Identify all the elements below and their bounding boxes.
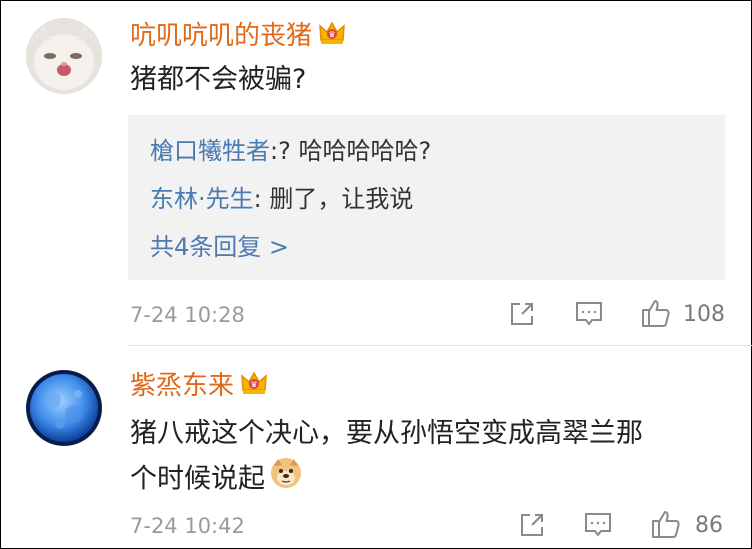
crown-badge-icon: ♛ — [240, 370, 268, 403]
svg-text:♛: ♛ — [328, 30, 335, 39]
comment-text: 猪都不会被骗? — [130, 64, 307, 95]
comment-1: 吭叽吭叽的丧猪 ♛ 猪都不会被骗? 槍口犧牲者:? 哈哈哈哈哈? 东林·先生: … — [0, 0, 752, 345]
reply-author[interactable]: 槍口犧牲者 — [150, 137, 270, 165]
thumbs-up-icon[interactable] — [650, 508, 682, 544]
timestamp: 7-24 10:28 — [130, 303, 245, 327]
share-icon[interactable] — [508, 300, 536, 332]
reply-separator: : — [253, 185, 262, 213]
reply-content: ? 哈哈哈哈哈? — [278, 137, 432, 165]
thumbs-up-icon[interactable] — [640, 297, 672, 333]
comment-text: 猪八戒这个决心，要从孙悟空变成高翠兰那 个时候说起 — [130, 412, 730, 504]
avatar[interactable] — [26, 370, 102, 446]
reply-content: 删了，让我说 — [261, 185, 414, 213]
doge-emoji — [269, 456, 303, 504]
comment-text-line-2: 个时候说起 — [130, 456, 730, 504]
comment-icon[interactable] — [583, 510, 613, 544]
comment-text-line-1: 猪八戒这个决心，要从孙悟空变成高翠兰那 — [130, 418, 643, 449]
svg-text:♛: ♛ — [250, 380, 257, 389]
like-count: 108 — [683, 302, 725, 327]
comment-2: 紫烝东来 ♛ 猪八戒这个决心，要从孙悟空变成高翠兰那 个时候说起 7-24 10… — [0, 346, 752, 549]
username[interactable]: 紫烝东来 ♛ — [130, 370, 268, 403]
timestamp: 7-24 10:42 — [130, 514, 245, 538]
username-text[interactable]: 吭叽吭叽的丧猪 — [130, 21, 312, 51]
more-replies-link[interactable]: 共4条回复 > — [150, 232, 289, 262]
reply-author[interactable]: 东林·先生 — [150, 185, 254, 213]
avatar[interactable] — [26, 18, 102, 94]
reply-2[interactable]: 东林·先生: 删了，让我说 — [150, 184, 413, 214]
moon-avatar-image — [26, 370, 102, 446]
crown-badge-icon: ♛ — [318, 20, 346, 53]
reply-separator: : — [270, 137, 279, 165]
comment-icon[interactable] — [574, 299, 604, 333]
comment-text-line-2-text: 个时候说起 — [130, 463, 265, 495]
reply-1[interactable]: 槍口犧牲者:? 哈哈哈哈哈? — [150, 136, 431, 166]
cat-avatar-image — [26, 18, 102, 94]
username[interactable]: 吭叽吭叽的丧猪 ♛ — [130, 20, 346, 53]
username-text[interactable]: 紫烝东来 — [130, 371, 234, 401]
reply-box[interactable]: 槍口犧牲者:? 哈哈哈哈哈? 东林·先生: 删了，让我说 共4条回复 > — [128, 115, 725, 280]
like-count: 86 — [695, 513, 723, 538]
share-icon[interactable] — [518, 511, 546, 543]
